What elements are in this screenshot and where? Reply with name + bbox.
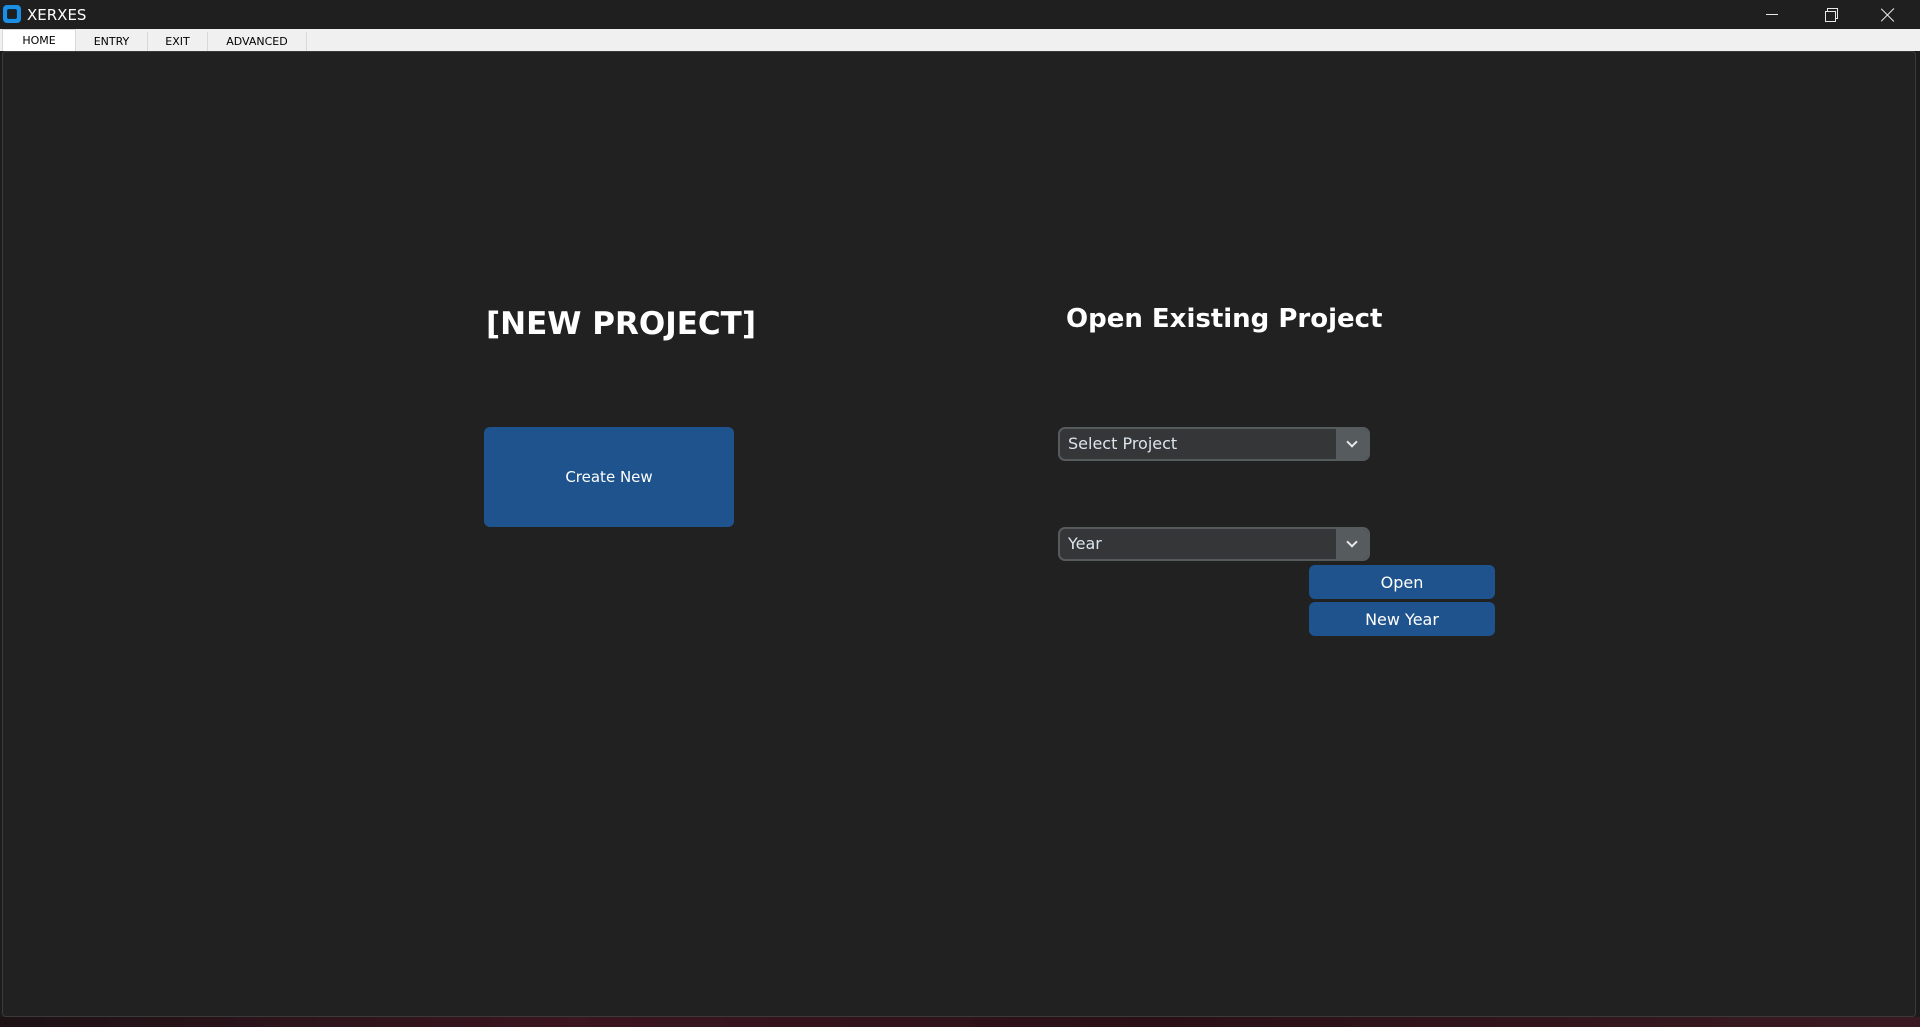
- chevron-down-icon: [1346, 536, 1358, 548]
- open-button[interactable]: Open: [1309, 565, 1495, 599]
- window-title: XERXES: [27, 6, 87, 24]
- chevron-down-icon: [1346, 436, 1358, 448]
- app-icon: [3, 5, 21, 23]
- tab-home[interactable]: HOME: [2, 29, 76, 51]
- home-panel: [2, 51, 1916, 1017]
- minimize-button[interactable]: [1743, 0, 1801, 29]
- restore-icon: [1825, 7, 1838, 22]
- year-select[interactable]: Year: [1058, 527, 1370, 561]
- project-select[interactable]: Select Project: [1058, 427, 1370, 461]
- year-select-value: Year: [1068, 534, 1102, 553]
- desktop-background-strip: [0, 1017, 1920, 1027]
- project-select-value: Select Project: [1068, 434, 1178, 453]
- open-project-heading: Open Existing Project: [1066, 304, 1383, 334]
- tab-exit[interactable]: EXIT: [148, 32, 208, 51]
- year-select-dropdown-button[interactable]: [1336, 529, 1368, 559]
- create-new-button[interactable]: Create New: [484, 427, 734, 527]
- new-project-heading: [NEW PROJECT]: [486, 306, 756, 342]
- close-icon: [1881, 8, 1895, 22]
- minimize-icon: [1766, 14, 1778, 15]
- tab-advanced[interactable]: ADVANCED: [208, 32, 307, 51]
- title-bar: XERXES: [0, 0, 1920, 29]
- new-year-button[interactable]: New Year: [1309, 602, 1495, 636]
- close-button[interactable]: [1859, 0, 1917, 29]
- project-select-dropdown-button[interactable]: [1336, 429, 1368, 459]
- tab-bar: HOME ENTRY EXIT ADVANCED: [0, 29, 1920, 51]
- tab-entry[interactable]: ENTRY: [76, 32, 148, 51]
- restore-button[interactable]: [1801, 0, 1859, 29]
